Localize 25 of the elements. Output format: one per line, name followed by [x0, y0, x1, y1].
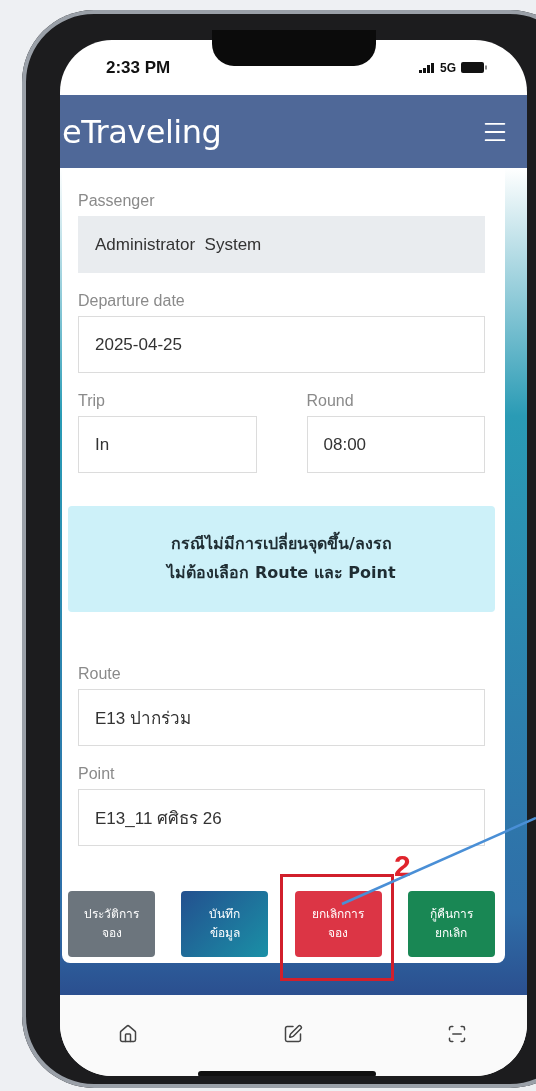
- action-button[interactable]: ยกเลิกการ จอง: [294, 891, 382, 957]
- annotation-number: 2: [394, 849, 411, 883]
- network-label: 5G: [440, 60, 456, 75]
- notice-text: กรณีไม่มีการเปลี่ยนจุดขึ้น/ลงรถ ไม่ต้องเลือก Route และ Point: [68, 506, 495, 612]
- text-field[interactable]: In: [78, 416, 257, 473]
- action-button[interactable]: ประวัติการ จอง: [68, 891, 155, 957]
- field-label: Point: [78, 765, 116, 783]
- field-label: Passenger: [78, 192, 156, 210]
- field-label: Trip: [78, 392, 106, 410]
- text-field[interactable]: E13_11 ศศิธร 26: [78, 789, 485, 846]
- action-button[interactable]: กู้คืนการ ยกเลิก: [408, 891, 495, 957]
- app-title: eTraveling: [62, 112, 222, 151]
- text-field[interactable]: E13 ปากร่วม: [78, 689, 485, 746]
- text-field[interactable]: 2025-04-25: [78, 316, 485, 373]
- field-label: Round: [306, 392, 355, 410]
- action-button[interactable]: บันทึก ข้อมูล: [181, 891, 269, 957]
- signal-icon: [419, 62, 435, 73]
- text-field[interactable]: 08:00: [306, 416, 485, 473]
- status-time: 2:33 PM: [106, 57, 171, 78]
- field-label: Route: [78, 665, 122, 683]
- edit-icon[interactable]: [282, 1024, 303, 1044]
- field-label: Departure date: [78, 292, 186, 310]
- home-icon[interactable]: [118, 1024, 138, 1044]
- battery-icon: [461, 62, 487, 73]
- scan-icon[interactable]: [447, 1024, 467, 1044]
